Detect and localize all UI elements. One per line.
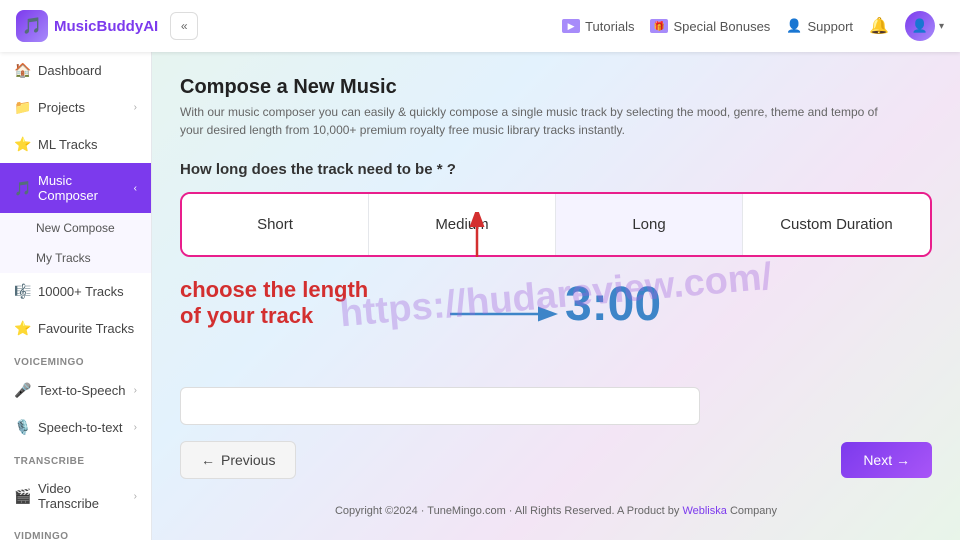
track-option-short[interactable]: Short [182,194,369,255]
footer: Copyright ©2024 · TuneMingo.com · All Ri… [180,495,932,527]
bonuses-icon: 🎁 [650,19,668,33]
annotation-text-left: choose the lengthof your track [180,277,368,330]
duration-input-bar[interactable] [180,387,700,425]
chevron-icon: › [134,102,137,113]
prev-arrow-icon: ← [201,452,215,468]
nav-buttons: ← Previous Next → [180,441,932,479]
voicemingo-section-label: VOICEMINGO [0,347,151,372]
tutorials-nav[interactable]: ▶ Tutorials [562,19,634,34]
tutorials-label: Tutorials [585,19,634,34]
sidebar-item-label: Favourite Tracks [38,321,134,336]
track-option-medium[interactable]: Medium [369,194,556,255]
footer-text: Copyright ©2024 · TuneMingo.com · All Ri… [335,505,679,517]
main-content: https://hudareview.com/ Compose a New Mu… [152,52,960,540]
tts-icon: 🎤 [14,382,30,399]
sidebar: 🏠 Dashboard 📁 Projects › ⭐ ML Tracks 🎵 M… [0,52,152,540]
next-button-label: Next → [863,452,910,468]
next-button[interactable]: Next → [841,442,932,478]
stt-icon: 🎙️ [14,419,30,436]
track-length-question: How long does the track need to be * ? [180,161,932,178]
sidebar-item-label: Speech-to-text [38,420,123,435]
sidebar-item-label: Text-to-Speech [38,383,125,398]
sidebar-item-label: Video Transcribe [38,481,126,511]
annotation-label: choose the lengthof your track [180,277,368,330]
10k-tracks-icon: 🎼 [14,283,30,300]
footer-company: Company [730,505,777,517]
sidebar-item-ml-tracks[interactable]: ⭐ ML Tracks [0,126,151,163]
projects-icon: 📁 [14,99,30,116]
support-nav[interactable]: 👤 Support [786,18,853,34]
track-option-long[interactable]: Long [556,194,743,255]
sidebar-item-label: Music Composer [38,173,126,203]
header: 🎵 MusicBuddyAI « ▶ Tutorials 🎁 Special B… [0,0,960,52]
sidebar-item-favourite-tracks[interactable]: ⭐ Favourite Tracks [0,310,151,347]
bonuses-nav[interactable]: 🎁 Special Bonuses [650,19,770,34]
sidebar-item-10k-tracks[interactable]: 🎼 10000+ Tracks [0,273,151,310]
prev-button-label: Previous [221,452,275,468]
duration-display: 3:00 [565,277,661,332]
red-up-arrow-icon [465,212,489,262]
logo-icon: 🎵 [16,10,48,42]
layout: 🏠 Dashboard 📁 Projects › ⭐ ML Tracks 🎵 M… [0,52,960,540]
sidebar-item-stt[interactable]: 🎙️ Speech-to-text › [0,409,151,446]
chevron-icon: › [134,422,137,433]
bonuses-label: Special Bonuses [673,19,770,34]
sidebar-item-music-composer[interactable]: 🎵 Music Composer ‹ [0,163,151,213]
right-arrow-icon [445,299,565,329]
sidebar-item-dashboard[interactable]: 🏠 Dashboard [0,52,151,89]
avatar: 👤 [905,11,935,41]
page-subtitle: With our music composer you can easily &… [180,103,900,139]
music-composer-submenu: New Compose My Tracks [0,213,151,273]
transcribe-section-label: TRANSCRIBE [0,446,151,471]
track-length-grid: Short Medium Long Custom Duration [180,192,932,257]
sidebar-item-projects[interactable]: 📁 Projects › [0,89,151,126]
duration-annotation-area: choose the lengthof your track 3:00 [180,277,932,377]
dashboard-icon: 🏠 [14,62,30,79]
duration-value: 3:00 [565,278,661,331]
logo-text: MusicBuddyAI [54,18,158,35]
sidebar-item-tts[interactable]: 🎤 Text-to-Speech › [0,372,151,409]
previous-button[interactable]: ← Previous [180,441,296,479]
sidebar-item-label: Projects [38,100,85,115]
sidebar-item-label: Dashboard [38,63,102,78]
favourite-icon: ⭐ [14,320,30,337]
chevron-icon: ‹ [134,183,137,194]
support-icon: 👤 [786,18,802,34]
music-composer-icon: 🎵 [14,180,30,197]
avatar-caret-icon: ▾ [939,21,944,32]
red-arrow-annotation [465,212,489,262]
logo-area: 🎵 MusicBuddyAI [16,10,158,42]
page-title: Compose a New Music [180,76,932,99]
notifications-bell-icon[interactable]: 🔔 [869,16,889,36]
vidmingo-section-label: VIDMINGO [0,521,151,540]
sidebar-sub-item-new-compose[interactable]: New Compose [0,213,151,243]
header-left: 🎵 MusicBuddyAI « [16,10,198,42]
support-label: Support [808,19,854,34]
chevron-icon: › [134,385,137,396]
sidebar-item-label: ML Tracks [38,137,97,152]
track-option-custom[interactable]: Custom Duration [743,194,930,255]
sidebar-sub-item-my-tracks[interactable]: My Tracks [0,243,151,273]
header-right: ▶ Tutorials 🎁 Special Bonuses 👤 Support … [562,11,944,41]
tutorials-icon: ▶ [562,19,580,33]
ml-tracks-icon: ⭐ [14,136,30,153]
video-transcribe-icon: 🎬 [14,488,30,505]
right-arrow-annotation [445,299,565,334]
sidebar-item-video-transcribe[interactable]: 🎬 Video Transcribe › [0,471,151,521]
sidebar-collapse-button[interactable]: « [170,12,198,40]
sidebar-item-label: 10000+ Tracks [38,284,124,299]
footer-brand-link[interactable]: Webliska [682,505,726,517]
chevron-icon: › [134,491,137,502]
user-avatar-area[interactable]: 👤 ▾ [905,11,944,41]
